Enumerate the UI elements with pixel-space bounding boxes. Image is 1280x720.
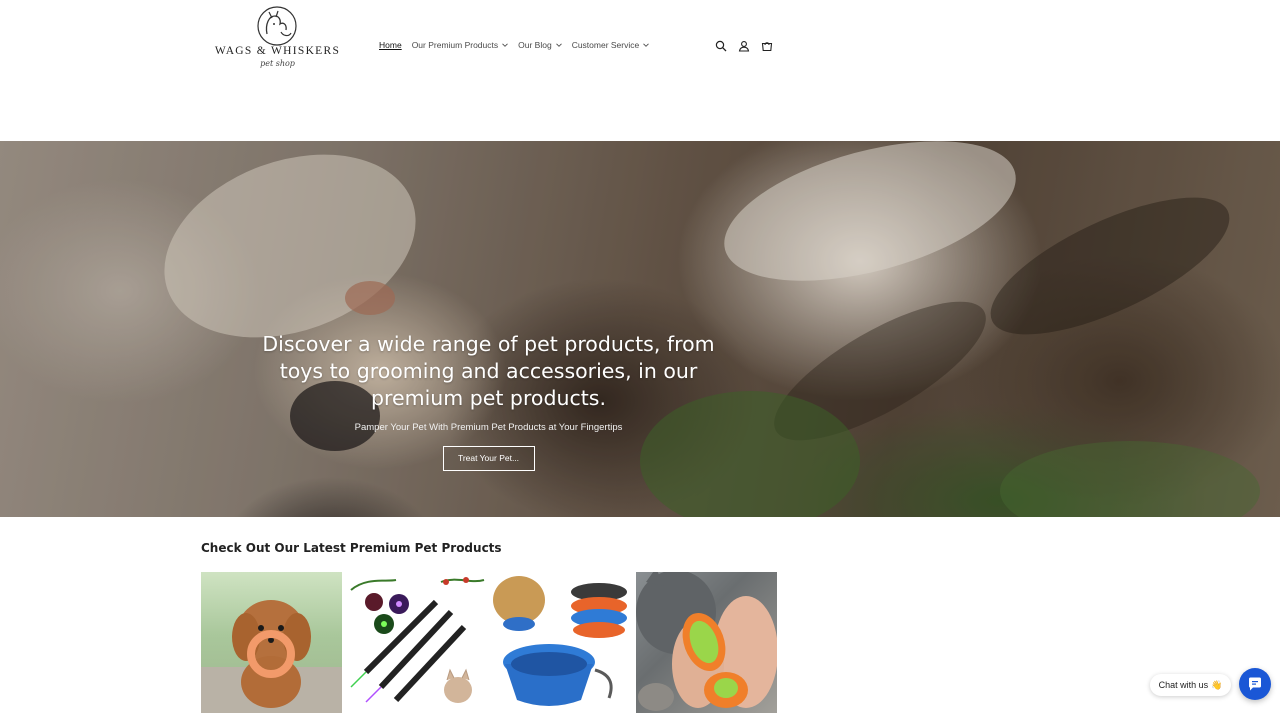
chevron-down-icon [502,43,508,47]
brand-tagline: pet shop [260,59,295,68]
product-card-laser-pointer[interactable] [346,572,487,713]
wave-emoji-icon: 👋 [1211,679,1223,690]
product-card-cat-grooming-brush[interactable] [636,572,777,713]
cart-icon [761,42,773,52]
poodle-with-ring-toy-image [201,600,342,713]
cat-grooming-brush-image [636,572,777,711]
product-card-poodle-ring-toy[interactable] [201,572,342,713]
brand-logo[interactable]: WAGS & WHISKERS pet shop [205,4,350,76]
chat-with-us-label[interactable]: Chat with us 👋 [1150,674,1231,696]
chevron-down-icon [555,43,562,47]
chat-bubble-icon [1249,677,1261,691]
product-card-collapsible-bowls[interactable] [491,572,632,713]
nav-item-customer-service[interactable]: Customer Service [572,40,650,50]
hero-subtitle: Pamper Your Pet With Premium Pet Product… [354,422,623,433]
nav-item-label: Customer Service [571,40,640,50]
search-button[interactable] [714,39,728,53]
search-icon [715,40,727,52]
chat-label-text: Chat with us [1158,680,1209,690]
main-nav: Home Our Premium Products Our Blog Custo… [379,40,659,50]
laser-pointer-toys-image [350,577,485,703]
account-button[interactable] [737,39,751,53]
nav-item-label: Our Blog [518,40,552,50]
product-grid [201,572,777,713]
chevron-down-icon [643,43,650,47]
collapsible-pet-bowls-image [493,576,627,706]
hero-banner: Discover a wide range of pet products, f… [0,141,1280,517]
treat-your-pet-button[interactable]: Treat Your Pet... [442,446,535,471]
nav-item-premium-products[interactable]: Our Premium Products [412,40,508,50]
hero-content: Discover a wide range of pet products, f… [240,331,737,471]
nav-item-label: Our Premium Products [411,40,499,50]
dog-cat-logo-icon [257,6,297,46]
header-icons [714,39,774,53]
nav-item-blog[interactable]: Our Blog [518,40,562,50]
hero-title: Discover a wide range of pet products, f… [262,332,715,410]
nav-item-home[interactable]: Home [379,40,402,50]
cart-button[interactable] [760,39,774,53]
chat-launcher-button[interactable] [1239,668,1271,700]
account-icon [738,41,750,52]
nav-item-label: Home [379,40,402,50]
site-header: WAGS & WHISKERS pet shop Home Our Premiu… [0,0,1280,140]
products-section-title: Check Out Our Latest Premium Pet Product… [201,541,502,555]
brand-name: WAGS & WHISKERS [214,45,341,57]
